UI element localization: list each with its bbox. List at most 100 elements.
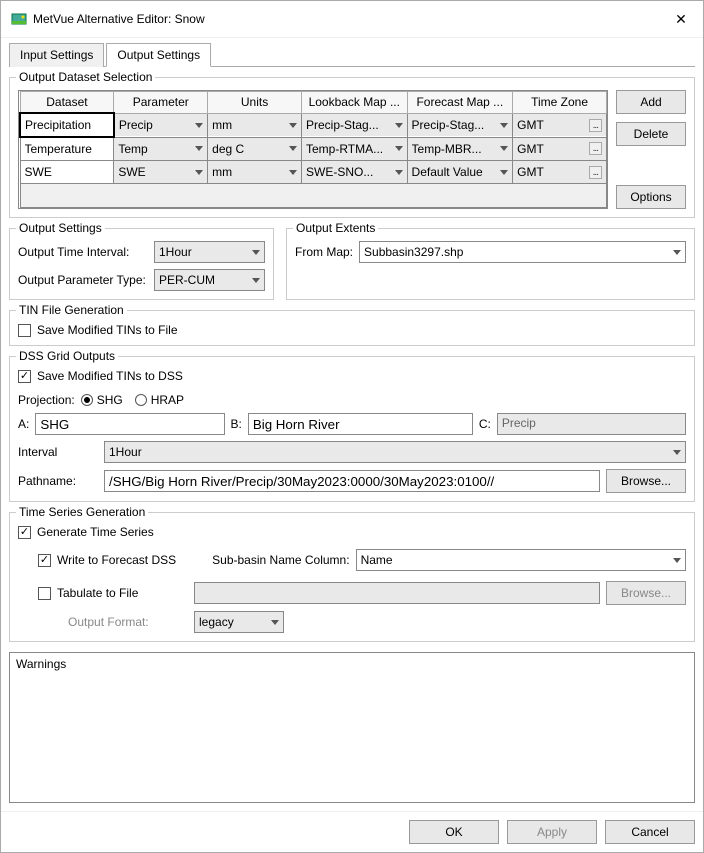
output-format-select[interactable]: legacy	[194, 611, 284, 633]
chevron-down-icon[interactable]	[500, 170, 508, 175]
checkbox-icon	[18, 324, 31, 337]
dss-legend: DSS Grid Outputs	[16, 349, 118, 363]
cell-forecast[interactable]: Temp-MBR...	[412, 142, 497, 156]
col-units[interactable]: Units	[208, 92, 302, 114]
cell-timezone[interactable]: GMT	[517, 165, 585, 179]
ellipsis-button[interactable]: ...	[589, 166, 602, 179]
tabs: Input Settings Output Settings	[9, 42, 695, 67]
output-paramtype-label: Output Parameter Type:	[18, 273, 148, 287]
cell-units[interactable]: mm	[212, 165, 285, 179]
col-forecast[interactable]: Forecast Map ...	[407, 92, 513, 114]
save-tins-file-checkbox[interactable]: Save Modified TINs to File	[18, 323, 686, 337]
chevron-down-icon[interactable]	[195, 170, 203, 175]
col-dataset[interactable]: Dataset	[20, 92, 114, 114]
cell-dataset[interactable]: Precipitation	[25, 118, 109, 132]
output-paramtype-select[interactable]: PER-CUM	[154, 269, 265, 291]
tab-output-settings[interactable]: Output Settings	[106, 43, 211, 67]
generate-ts-checkbox[interactable]: Generate Time Series	[18, 525, 686, 539]
cell-dataset[interactable]: Temperature	[25, 142, 110, 156]
cell-forecast[interactable]: Precip-Stag...	[412, 118, 497, 132]
cell-parameter[interactable]: Precip	[119, 118, 191, 132]
output-interval-select[interactable]: 1Hour	[154, 241, 265, 263]
cell-lookback[interactable]: Precip-Stag...	[306, 118, 391, 132]
table-row[interactable]: Temperature Temp deg C Temp-RTMA... Temp…	[20, 137, 607, 161]
delete-button[interactable]: Delete	[616, 122, 686, 146]
cell-lookback[interactable]: Temp-RTMA...	[306, 142, 391, 156]
table-row[interactable]: SWE SWE mm SWE-SNO... Default Value GMT.…	[20, 161, 607, 184]
empty-row	[20, 184, 607, 208]
from-map-label: From Map:	[295, 245, 353, 259]
save-tins-dss-label: Save Modified TINs to DSS	[37, 369, 183, 383]
table-row[interactable]: Precipitation Precip mm Precip-Stag... P…	[20, 113, 607, 137]
radio-shg[interactable]: SHG	[81, 393, 123, 407]
ok-button[interactable]: OK	[409, 820, 499, 844]
cell-timezone[interactable]: GMT	[517, 142, 585, 156]
cell-parameter[interactable]: SWE	[118, 165, 191, 179]
ellipsis-button[interactable]: ...	[589, 142, 602, 155]
cell-timezone[interactable]: GMT	[517, 118, 585, 132]
chevron-down-icon	[673, 250, 681, 255]
titlebar: MetVue Alternative Editor: Snow ✕	[1, 1, 703, 38]
chevron-down-icon	[673, 558, 681, 563]
cell-lookback[interactable]: SWE-SNO...	[306, 165, 391, 179]
write-dss-checkbox[interactable]: Write to Forecast DSS	[38, 553, 176, 567]
radio-icon	[81, 394, 93, 406]
from-map-select[interactable]: Subbasin3297.shp	[359, 241, 686, 263]
apply-button: Apply	[507, 820, 597, 844]
radio-icon	[135, 394, 147, 406]
checkbox-icon	[38, 587, 51, 600]
col-parameter[interactable]: Parameter	[114, 92, 208, 114]
chevron-down-icon[interactable]	[289, 170, 297, 175]
chevron-down-icon	[271, 620, 279, 625]
chevron-down-icon[interactable]	[500, 123, 508, 128]
output-settings-legend: Output Settings	[16, 221, 105, 235]
subbasin-select[interactable]: Name	[356, 549, 686, 571]
table-buttons: Add Delete Options	[616, 90, 686, 209]
cell-units[interactable]: mm	[212, 118, 285, 132]
projection-label: Projection:	[18, 393, 75, 407]
ts-legend: Time Series Generation	[16, 505, 148, 519]
editor-window: MetVue Alternative Editor: Snow ✕ Input …	[0, 0, 704, 853]
interval-label: Interval	[18, 445, 98, 459]
dataset-selection-legend: Output Dataset Selection	[16, 70, 155, 84]
output-interval-label: Output Time Interval:	[18, 245, 148, 259]
cell-dataset[interactable]: SWE	[25, 165, 110, 179]
chevron-down-icon[interactable]	[395, 170, 403, 175]
chevron-down-icon[interactable]	[195, 146, 203, 151]
browse-pathname-button[interactable]: Browse...	[606, 469, 686, 493]
tabulate-checkbox[interactable]: Tabulate to File	[38, 586, 188, 600]
tin-legend: TIN File Generation	[16, 303, 127, 317]
options-button[interactable]: Options	[616, 185, 686, 209]
col-lookback[interactable]: Lookback Map ...	[301, 92, 407, 114]
tab-input-settings[interactable]: Input Settings	[9, 43, 104, 67]
dss-grid-group: DSS Grid Outputs Save Modified TINs to D…	[9, 356, 695, 502]
cell-forecast[interactable]: Default Value	[412, 165, 497, 179]
interval-select[interactable]: 1Hour	[104, 441, 686, 463]
radio-hrap[interactable]: HRAP	[135, 393, 184, 407]
add-button[interactable]: Add	[616, 90, 686, 114]
chevron-down-icon	[252, 250, 260, 255]
b-input[interactable]	[248, 413, 473, 435]
cell-parameter[interactable]: Temp	[118, 142, 191, 156]
dataset-selection-group: Output Dataset Selection Dataset Paramet…	[9, 77, 695, 218]
save-tins-file-label: Save Modified TINs to File	[37, 323, 178, 337]
chevron-down-icon[interactable]	[500, 146, 508, 151]
cell-units[interactable]: deg C	[212, 142, 285, 156]
a-input[interactable]	[35, 413, 224, 435]
dataset-table: Dataset Parameter Units Lookback Map ...…	[18, 90, 608, 209]
chevron-down-icon[interactable]	[195, 123, 203, 128]
chevron-down-icon[interactable]	[395, 146, 403, 151]
save-tins-dss-checkbox[interactable]: Save Modified TINs to DSS	[18, 369, 686, 383]
close-button[interactable]: ✕	[669, 7, 693, 31]
chevron-down-icon[interactable]	[395, 123, 403, 128]
ellipsis-button[interactable]: ...	[589, 119, 602, 132]
projection-radio-group: SHG HRAP	[81, 393, 184, 407]
c-label: C:	[479, 417, 491, 431]
chevron-down-icon[interactable]	[289, 123, 297, 128]
col-timezone[interactable]: Time Zone	[513, 92, 607, 114]
content: Input Settings Output Settings Output Da…	[1, 38, 703, 811]
pathname-input[interactable]	[104, 470, 600, 492]
cancel-button[interactable]: Cancel	[605, 820, 695, 844]
chevron-down-icon[interactable]	[289, 146, 297, 151]
warnings-label: Warnings	[16, 657, 66, 671]
